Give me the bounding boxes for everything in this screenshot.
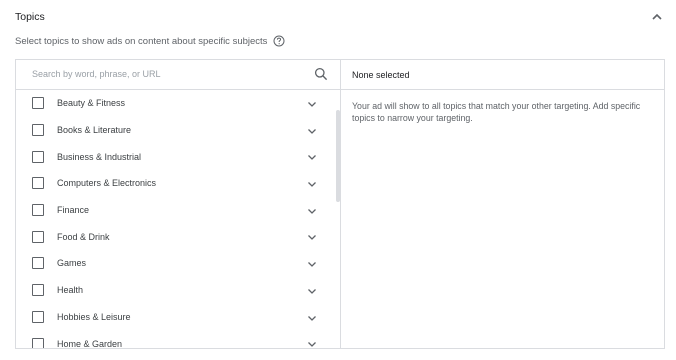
topic-checkbox[interactable] xyxy=(32,230,44,243)
topic-checkbox[interactable] xyxy=(32,337,44,348)
topics-browser: Beauty & Fitness Books & Literature Busi… xyxy=(16,60,341,348)
chevron-down-icon[interactable] xyxy=(306,285,318,297)
topic-row-hobbies-leisure[interactable]: Hobbies & Leisure xyxy=(16,304,334,331)
topic-label: Food & Drink xyxy=(57,231,110,242)
topic-label: Games xyxy=(57,258,87,269)
scrollbar-thumb[interactable] xyxy=(336,110,340,202)
chevron-down-icon[interactable] xyxy=(306,151,318,163)
topic-row-health[interactable]: Health xyxy=(16,277,334,304)
topic-row-books-literature[interactable]: Books & Literature xyxy=(16,117,334,144)
selected-info-text: Your ad will show to all topics that mat… xyxy=(352,101,641,123)
chevron-down-icon[interactable] xyxy=(306,231,318,243)
chevron-down-icon[interactable] xyxy=(306,178,318,190)
chevron-down-icon[interactable] xyxy=(306,338,318,349)
topic-checkbox[interactable] xyxy=(32,310,44,323)
selected-topics-panel: None selected Your ad will show to all t… xyxy=(341,60,664,348)
topic-checkbox[interactable] xyxy=(32,177,44,190)
topics-panel: Beauty & Fitness Books & Literature Busi… xyxy=(15,59,665,349)
chevron-down-icon[interactable] xyxy=(306,312,318,324)
topic-label: Finance xyxy=(57,205,90,216)
topic-checkbox[interactable] xyxy=(32,204,44,217)
description-text: Select topics to show ads on content abo… xyxy=(15,35,268,47)
topic-label: Health xyxy=(57,285,84,296)
search-icon[interactable] xyxy=(314,67,328,81)
topic-checkbox[interactable] xyxy=(32,97,44,110)
selected-header: None selected xyxy=(341,60,664,90)
topic-row-games[interactable]: Games xyxy=(16,250,334,277)
topic-checkbox[interactable] xyxy=(32,257,44,270)
topics-scrollbar[interactable] xyxy=(334,90,340,348)
topic-row-business-industrial[interactable]: Business & Industrial xyxy=(16,143,334,170)
topic-label: Books & Literature xyxy=(57,125,132,136)
topic-row-finance[interactable]: Finance xyxy=(16,197,334,224)
chevron-down-icon[interactable] xyxy=(306,98,318,110)
help-circle-icon[interactable] xyxy=(273,35,285,47)
topics-header: Topics xyxy=(15,9,665,25)
chevron-down-icon[interactable] xyxy=(306,205,318,217)
topic-label: Beauty & Fitness xyxy=(57,98,126,109)
topic-checkbox[interactable] xyxy=(32,284,44,297)
topic-row-computers-electronics[interactable]: Computers & Electronics xyxy=(16,170,334,197)
search-input[interactable] xyxy=(16,60,306,88)
topics-list: Beauty & Fitness Books & Literature Busi… xyxy=(16,90,334,349)
chevron-down-icon[interactable] xyxy=(306,258,318,270)
topic-checkbox[interactable] xyxy=(32,150,44,163)
topic-label: Home & Garden xyxy=(57,338,123,349)
topic-label: Business & Industrial xyxy=(57,151,142,162)
topic-checkbox[interactable] xyxy=(32,124,44,137)
topic-label: Hobbies & Leisure xyxy=(57,311,131,322)
topic-row-food-drink[interactable]: Food & Drink xyxy=(16,223,334,250)
search-bar xyxy=(16,60,340,90)
section-description: Select topics to show ads on content abo… xyxy=(15,35,285,47)
topic-label: Computers & Electronics xyxy=(57,178,157,189)
chevron-up-icon[interactable] xyxy=(649,9,665,25)
topic-row-home-garden[interactable]: Home & Garden xyxy=(16,330,334,349)
chevron-down-icon[interactable] xyxy=(306,125,318,137)
section-title: Topics xyxy=(15,11,45,23)
topic-row-beauty-fitness[interactable]: Beauty & Fitness xyxy=(16,90,334,117)
